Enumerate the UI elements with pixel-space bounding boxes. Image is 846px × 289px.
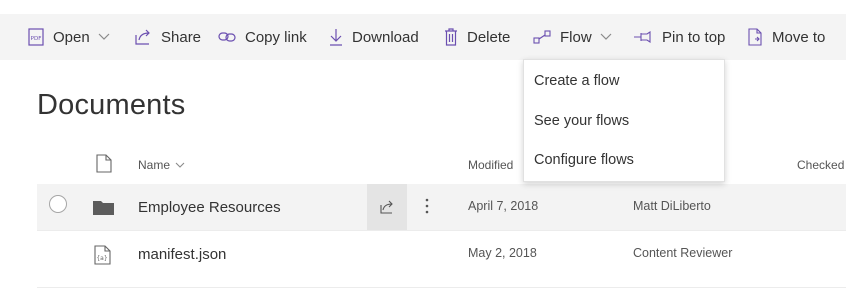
column-header-modified[interactable]: Modified	[468, 158, 513, 172]
row-name[interactable]: manifest.json	[138, 246, 226, 263]
open-label: Open	[53, 28, 90, 46]
svg-text:{a}: {a}	[96, 255, 107, 262]
more-icon[interactable]	[425, 198, 429, 219]
menu-item-configure-flows[interactable]: Configure flows	[534, 152, 634, 168]
folder-icon	[93, 199, 114, 220]
flow-button[interactable]: Flow	[533, 14, 612, 60]
chevron-down-icon	[175, 162, 185, 169]
open-button[interactable]: PDF Open	[28, 14, 110, 60]
pin-to-top-label: Pin to top	[662, 28, 726, 46]
row-modified-by[interactable]: Matt DiLiberto	[633, 199, 711, 213]
chevron-down-icon	[600, 33, 612, 41]
row-modified-by[interactable]: Content Reviewer	[633, 246, 732, 260]
json-file-icon: {a}	[94, 245, 111, 270]
page-title: Documents	[37, 89, 186, 121]
row-divider	[37, 287, 846, 288]
flow-icon	[533, 30, 551, 44]
flow-dropdown-menu: Create a flow See your flows Configure f…	[523, 59, 725, 182]
column-header-name-label: Name	[138, 158, 171, 172]
copy-link-button[interactable]: Copy link	[218, 14, 307, 60]
pin-icon	[633, 31, 653, 43]
move-to-label: Move to	[772, 28, 826, 46]
row-select-radio[interactable]	[49, 195, 67, 213]
copy-link-label: Copy link	[245, 28, 307, 46]
share-button[interactable]: Share	[134, 14, 201, 60]
command-bar: PDF Open Share Copy link Download Delete	[0, 14, 846, 60]
menu-item-create-flow[interactable]: Create a flow	[534, 73, 619, 89]
delete-button[interactable]: Delete	[444, 14, 510, 60]
trash-icon	[444, 28, 458, 46]
table-row[interactable]: {a} manifest.json May 2, 2018 Content Re…	[37, 231, 846, 277]
row-name[interactable]: Employee Resources	[138, 199, 281, 216]
pin-to-top-button[interactable]: Pin to top	[633, 14, 725, 60]
link-icon	[218, 30, 236, 44]
move-icon	[747, 28, 763, 46]
download-label: Download	[352, 28, 419, 46]
table-row[interactable]: Employee Resources April 7, 2018 Matt Di…	[37, 184, 846, 230]
share-icon	[379, 200, 395, 214]
chevron-down-icon	[98, 33, 110, 41]
delete-label: Delete	[467, 28, 511, 46]
row-modified: May 2, 2018	[468, 246, 537, 260]
flow-label: Flow	[560, 28, 592, 46]
pdf-icon: PDF	[28, 28, 44, 46]
share-label: Share	[161, 28, 202, 46]
download-icon	[329, 28, 343, 46]
file-type-icon	[96, 154, 112, 178]
share-icon	[134, 29, 152, 45]
column-header-checked[interactable]: Checked	[797, 158, 844, 172]
row-modified: April 7, 2018	[468, 199, 539, 213]
move-to-button[interactable]: Move to	[747, 14, 825, 60]
menu-item-see-flows[interactable]: See your flows	[534, 113, 629, 129]
column-header-name[interactable]: Name	[138, 158, 185, 172]
svg-text:PDF: PDF	[31, 36, 42, 42]
row-share-button[interactable]	[367, 184, 407, 230]
download-button[interactable]: Download	[329, 14, 419, 60]
